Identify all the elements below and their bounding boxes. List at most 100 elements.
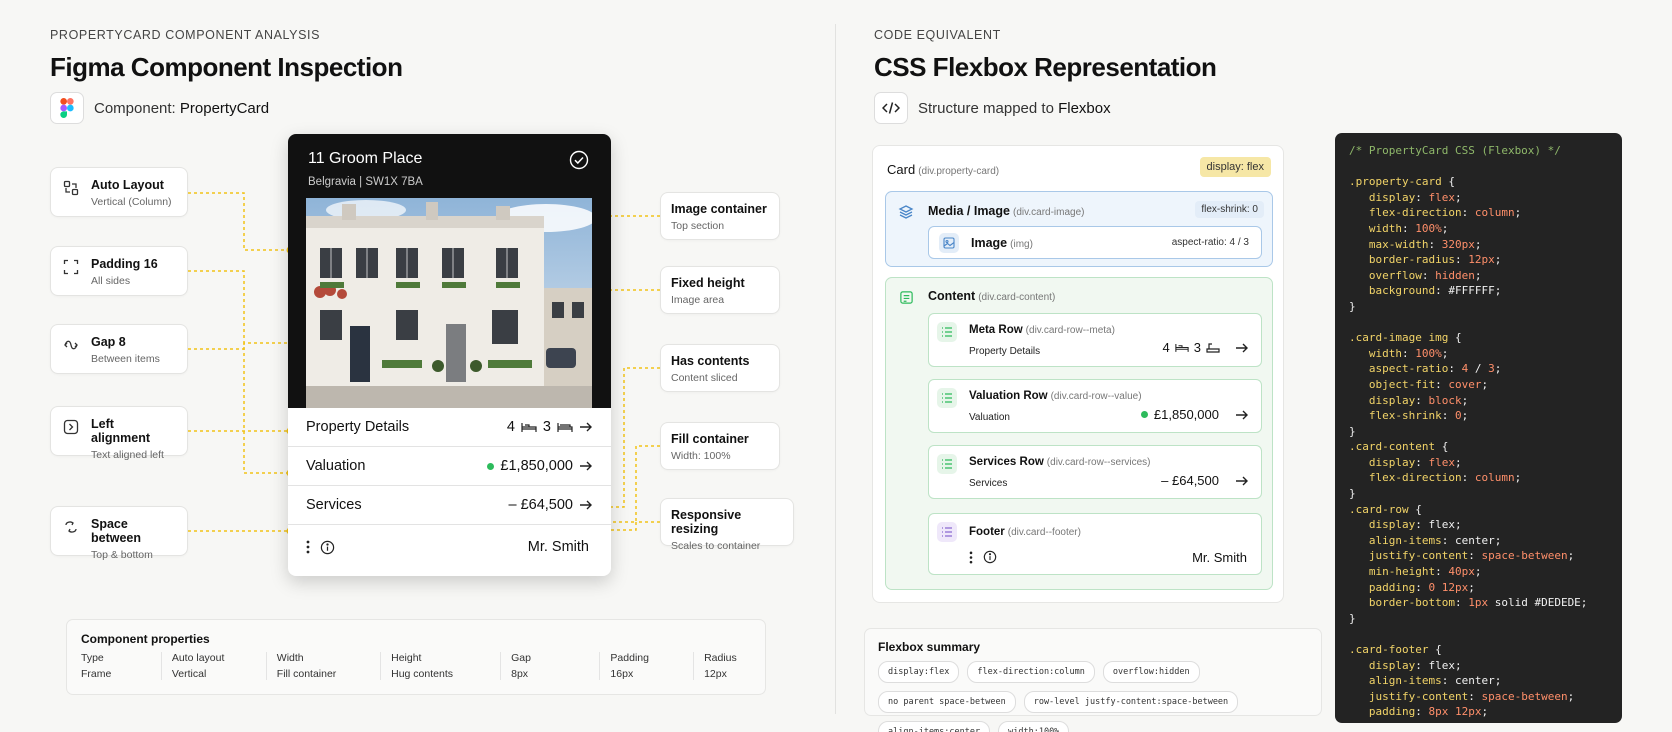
code-token: : [1415, 393, 1429, 407]
code-line: min-height: 40px; [1349, 564, 1608, 580]
code-line: } [1349, 720, 1608, 723]
tree-node-content[interactable]: Content (div.card-content) Meta Row (div.c… [885, 277, 1273, 590]
arrow-right-icon[interactable] [579, 460, 593, 472]
services-label: Services Row (div.card-row--services) [969, 456, 1151, 468]
info-icon[interactable] [983, 550, 997, 564]
property-gap: Gap 8px [500, 652, 599, 680]
callout-title: Space between [91, 517, 142, 545]
code-token: 8px 12px [1428, 705, 1482, 719]
code-line: } [1349, 299, 1608, 315]
code-token: { [1441, 175, 1455, 189]
code-line: background: #FFFFFF; [1349, 283, 1608, 299]
code-token: : [1415, 580, 1429, 594]
tree-node-services-row[interactable]: Services Row (div.card-row--services) Ser… [928, 445, 1262, 499]
callout-sub: Text aligned left [91, 449, 164, 461]
code-token: max-width [1368, 237, 1429, 251]
row-label: Services [306, 497, 362, 513]
structure-prefix: Structure mapped to [918, 99, 1059, 117]
code-token: { [1428, 643, 1442, 656]
footer-name: Mr. Smith [1192, 550, 1247, 565]
arrow-right-icon[interactable] [579, 421, 593, 433]
code-token: } [1349, 487, 1356, 501]
agent-name: Mr. Smith [527, 539, 589, 555]
code-token: cover [1448, 377, 1482, 391]
property-card[interactable]: 11 Groom Place Belgravia | SW1X 7BA Prop… [288, 134, 611, 576]
arrow-right-icon[interactable] [1235, 475, 1249, 487]
code-token: ; [1481, 377, 1489, 391]
valuation-sub: Valuation [969, 412, 1010, 423]
list-icon [937, 388, 957, 408]
valuation-values: £1,850,000 [1140, 407, 1249, 422]
css-code-panel[interactable]: /* PropertyCard CSS (Flexbox) */ .propert… [1335, 133, 1622, 723]
component-properties: Component properties Type Frame Auto layo… [66, 619, 766, 695]
summary-title: Flexbox summary [878, 640, 981, 654]
valuation-label: Valuation Row (div.card-row--value) [969, 390, 1142, 402]
code-token: padding [1368, 580, 1416, 594]
code-token: ; [1454, 455, 1462, 469]
space-between-icon [65, 521, 77, 533]
code-token: block [1428, 393, 1462, 407]
right-eyebrow: CODE EQUIVALENT [874, 28, 1001, 42]
summary-chip: flex-direction:column [967, 661, 1095, 683]
code-token: aspect-ratio [1368, 362, 1449, 376]
code-token: : [1454, 596, 1469, 610]
summary-chip: overflow:hidden [1102, 661, 1200, 683]
code-line: align-items: center; [1349, 533, 1608, 549]
code-token: width [1368, 221, 1402, 235]
code-token: : [1468, 549, 1482, 563]
card-row-services[interactable]: Services – £64,500 [288, 486, 611, 525]
code-token: : [1415, 190, 1429, 204]
tree-node-meta-row[interactable]: Meta Row (div.card-row--meta) Property De… [928, 313, 1262, 367]
meta-label: Meta Row (div.card-row--meta) [969, 324, 1115, 336]
code-token: .card-content [1349, 440, 1436, 454]
code-token: ; [1567, 549, 1575, 563]
code-token: 40px [1448, 565, 1475, 579]
arrow-right-icon[interactable] [579, 499, 593, 511]
more-vertical-icon[interactable] [306, 540, 310, 554]
callout-sub: Between items [91, 353, 160, 365]
callout-title: Auto Layout [91, 178, 164, 192]
code-line: display: block; [1349, 393, 1608, 409]
properties-title: Component properties [81, 632, 210, 646]
arrow-right-icon[interactable] [1235, 409, 1249, 421]
media-label: Media / Image (div.card-image) [928, 204, 1085, 218]
tree-node-footer[interactable]: Footer (div.card--footer) Mr. Smith [928, 513, 1262, 575]
tree-node-valuation-row[interactable]: Valuation Row (div.card-row--value) Valua… [928, 379, 1262, 433]
callout-title: Responsive resizing [671, 508, 742, 536]
code-token: ; [1514, 206, 1522, 220]
component-row: Component: PropertyCard [50, 92, 269, 124]
code-token: space-between [1481, 549, 1568, 563]
code-token: ; [1474, 268, 1482, 282]
summary-chip: display:flex [878, 661, 960, 683]
summary-chips: display:flex flex-direction:column overf… [878, 661, 1308, 732]
code-line: } [1349, 486, 1608, 502]
callout-left-alignment: Left alignment Text aligned left [50, 406, 188, 461]
padding-icon [63, 259, 79, 275]
more-vertical-icon[interactable] [969, 551, 973, 564]
tree-node-media[interactable]: Media / Image (div.card-image) flex-shrin… [885, 191, 1273, 267]
card-row-valuation[interactable]: Valuation £1,850,000 [288, 447, 611, 486]
arrow-right-icon[interactable] [1235, 342, 1249, 354]
card-row-property-details[interactable]: Property Details 4 3 [288, 408, 611, 447]
code-token: ; [1494, 362, 1502, 376]
code-line: .property-card { [1349, 174, 1608, 190]
code-token: display [1368, 393, 1416, 407]
bed-icon [521, 423, 537, 432]
check-circle-icon[interactable] [569, 150, 589, 170]
code-token: display [1368, 190, 1416, 204]
code-line: display: flex; [1349, 658, 1608, 674]
callout-title: Fill container [671, 432, 749, 446]
tree-node-image[interactable]: Image (img) aspect-ratio: 4 / 3 [928, 226, 1262, 259]
callout-title: Gap 8 [91, 335, 126, 349]
code-token: flex-shrink [1368, 409, 1442, 423]
info-icon[interactable] [320, 540, 335, 555]
code-line: border-radius: 12px; [1349, 252, 1608, 268]
code-line: padding: 0 12px; [1349, 580, 1608, 596]
code-token: border-bottom [1368, 596, 1455, 610]
